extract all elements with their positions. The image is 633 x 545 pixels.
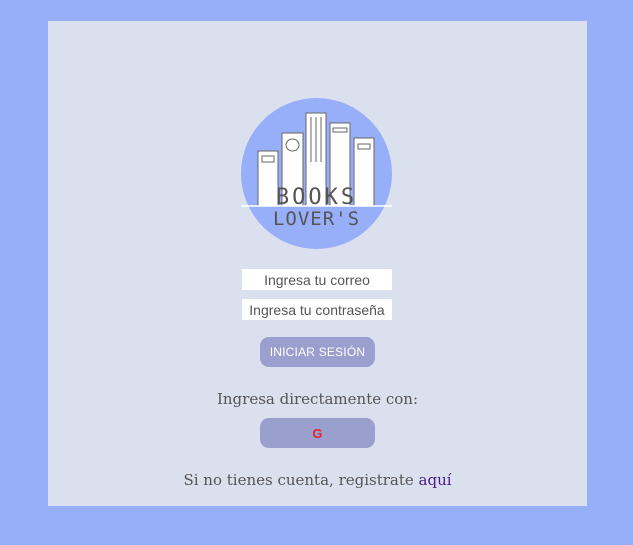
- logo-line-books: BOOKS: [276, 185, 357, 210]
- login-card: BOOKS LOVER'S INICIAR SESIÓN Ingresa dir…: [48, 21, 587, 506]
- social-login-heading: Ingresa directamente con:: [216, 390, 419, 408]
- login-button[interactable]: INICIAR SESIÓN: [260, 337, 375, 367]
- books-lovers-logo: BOOKS LOVER'S: [241, 98, 392, 249]
- google-icon: G: [312, 425, 323, 441]
- google-login-button[interactable]: G: [260, 418, 375, 448]
- register-prompt: Si no tienes cuenta, registrate aquí: [48, 471, 587, 489]
- logo-line-lovers: LOVER'S: [273, 208, 360, 230]
- register-link[interactable]: aquí: [419, 471, 452, 489]
- password-input[interactable]: [242, 299, 392, 320]
- register-text: Si no tienes cuenta, registrate: [183, 471, 419, 489]
- login-button-label: INICIAR SESIÓN: [269, 345, 366, 359]
- email-input[interactable]: [242, 269, 392, 290]
- logo-graphic: BOOKS LOVER'S: [241, 98, 392, 249]
